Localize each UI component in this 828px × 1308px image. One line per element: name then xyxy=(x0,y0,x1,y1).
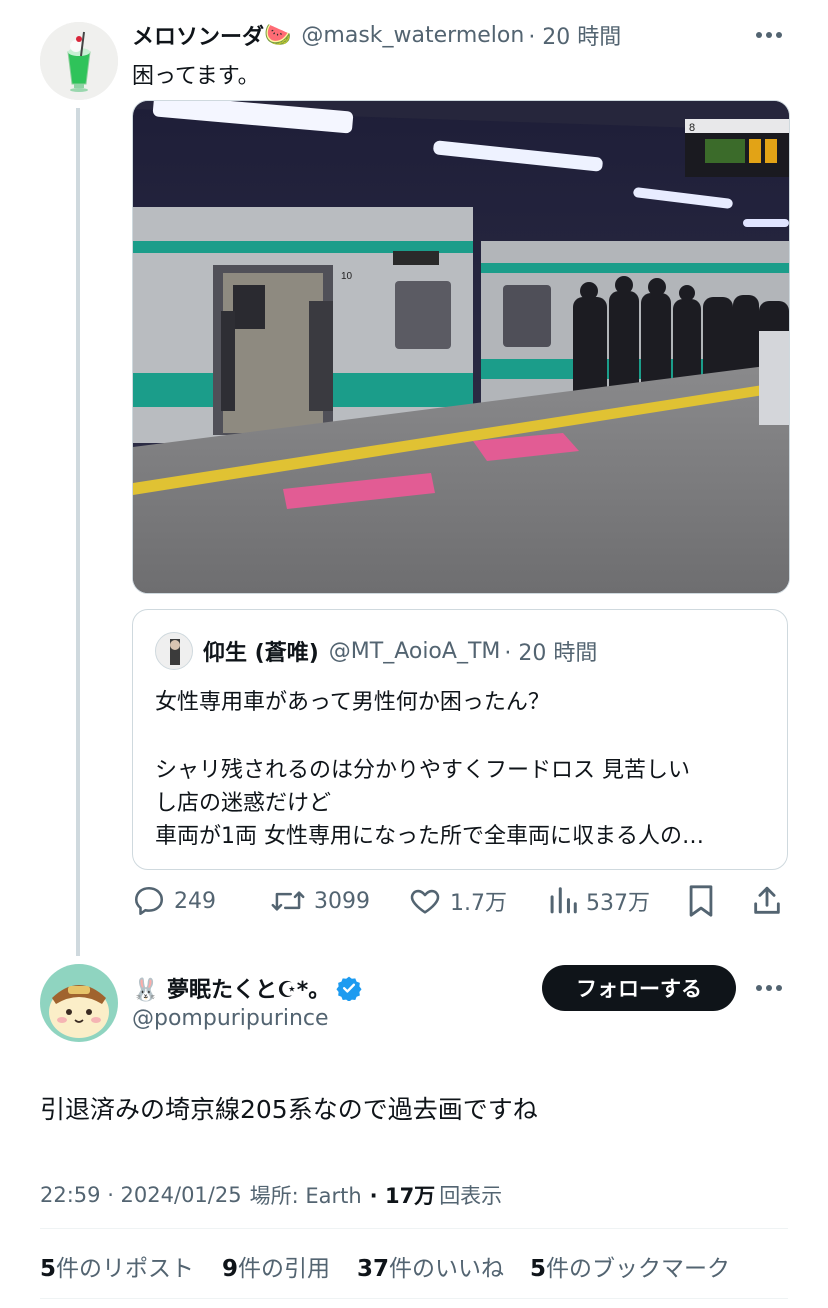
divider-bottom xyxy=(40,1298,788,1299)
train-platform-image: 8 10 xyxy=(133,101,789,593)
quotes-count: 9 xyxy=(222,1256,239,1282)
quote-time[interactable]: · 20 時間 xyxy=(504,635,597,667)
share-button[interactable] xyxy=(750,884,784,922)
platform-number: 8 xyxy=(689,122,695,134)
follow-button[interactable]: フォローする xyxy=(542,965,736,1011)
author-handle[interactable]: @mask_watermelon xyxy=(301,23,524,48)
bookmarks-stat[interactable]: 5件のブックマーク xyxy=(530,1249,730,1283)
quote-avatar[interactable] xyxy=(155,632,193,670)
reposts-count: 5 xyxy=(40,1256,57,1282)
views-button[interactable]: 537万 xyxy=(548,884,650,918)
quote-text-line-3: し店の迷惑だけど xyxy=(155,791,332,816)
likes-stat[interactable]: 37件のいいね xyxy=(357,1249,504,1283)
retweet-button[interactable]: 3099 xyxy=(270,884,370,918)
car-number: 10 xyxy=(341,271,353,282)
reposts-label: 件のリポスト xyxy=(56,1256,195,1282)
avatar-pompuri[interactable] xyxy=(40,964,118,1042)
watermelon-emoji-icon: 🍉 xyxy=(264,22,292,48)
melon-soda-avatar-image xyxy=(40,22,118,100)
quote-author-name[interactable]: 仰生 (蒼唯) xyxy=(203,635,319,667)
main-author-handle[interactable]: @pompuripurince xyxy=(132,1006,329,1031)
tweet-timestamp[interactable]: 22:59 · 2024/01/25 xyxy=(40,1183,242,1207)
bookmarks-label: 件のブックマーク xyxy=(546,1256,731,1282)
views-count: 537万 xyxy=(586,891,650,916)
more-icon[interactable] xyxy=(756,985,782,991)
train-photo[interactable]: 8 10 xyxy=(132,100,790,594)
quotes-stat[interactable]: 9件の引用 xyxy=(222,1249,330,1283)
quote-text-line-1: 女性専用車があって男性何か困ったん？ xyxy=(155,690,550,715)
heart-icon xyxy=(410,889,440,914)
like-count: 1.7万 xyxy=(450,891,507,916)
like-button[interactable]: 1.7万 xyxy=(408,884,507,918)
avatar-melon-soda[interactable] xyxy=(40,22,118,100)
bookmarks-count: 5 xyxy=(530,1256,547,1282)
divider-top xyxy=(40,1228,788,1229)
pompuri-avatar-image xyxy=(40,964,118,1042)
view-count: · 17万 xyxy=(369,1184,436,1208)
bookmark-icon xyxy=(689,885,713,917)
thread-line xyxy=(76,108,80,956)
quote-tweet-card[interactable]: 仰生 (蒼唯) @MT_AoioA_TM · 20 時間 女性専用車があって男性… xyxy=(132,609,788,870)
likes-count: 37 xyxy=(357,1256,390,1282)
share-icon xyxy=(754,886,780,914)
quote-text-line-4: 車両が1両 女性専用になった所で全車両に収まる人の… xyxy=(155,824,704,849)
bookmark-button[interactable] xyxy=(686,884,716,922)
retweet-icon xyxy=(271,891,305,911)
verified-badge-icon xyxy=(336,976,362,1001)
author-name[interactable]: メロソンーダ xyxy=(132,19,264,51)
likes-label: 件のいいね xyxy=(389,1256,505,1282)
reply-count: 249 xyxy=(174,888,216,914)
more-icon[interactable] xyxy=(756,32,782,38)
main-tweet-text: 引退済みの埼京線205系なので過去画ですね xyxy=(40,1095,538,1124)
tweet-time[interactable]: · 20 時間 xyxy=(528,19,621,51)
main-author-name[interactable]: 🐰 夢眠たくと☪*。 xyxy=(132,972,330,1004)
retweet-count: 3099 xyxy=(314,888,370,914)
quote-avatar-image xyxy=(156,633,192,669)
reposts-stat[interactable]: 5件のリポスト xyxy=(40,1249,194,1283)
speech-bubble-icon xyxy=(134,886,164,916)
tweet-text: 困ってます。 xyxy=(132,64,260,89)
reply-button[interactable]: 249 xyxy=(132,884,216,918)
quotes-label: 件の引用 xyxy=(238,1256,331,1282)
quote-author-handle[interactable]: @MT_AoioA_TM xyxy=(329,639,501,664)
quote-text-line-2: シャリ残されるのは分かりやすくフードロス 見苦しい xyxy=(155,758,690,783)
tweet-location: 場所: Earth xyxy=(249,1184,362,1208)
view-count-label: 回表示 xyxy=(439,1184,503,1208)
bar-chart-icon xyxy=(550,887,577,914)
